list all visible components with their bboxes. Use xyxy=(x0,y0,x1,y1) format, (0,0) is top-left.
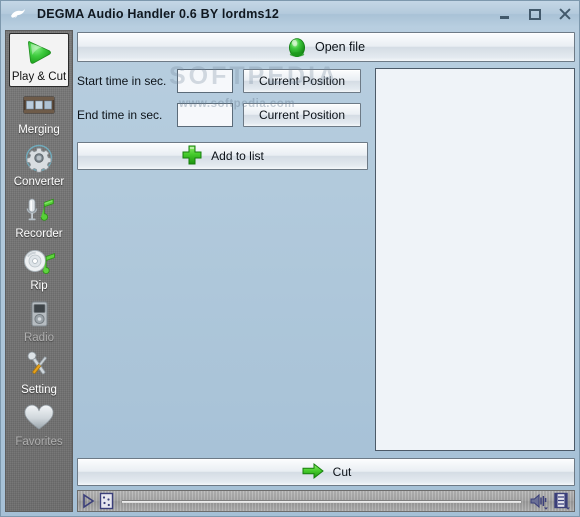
sidebar-item-label: Setting xyxy=(21,384,57,396)
sidebar-item-setting[interactable]: Setting xyxy=(8,347,70,399)
gear-icon xyxy=(19,141,59,175)
title-bar: DEGMA Audio Handler 0.6 BY lordms12 xyxy=(1,1,579,27)
start-time-label: Start time in sec. xyxy=(77,74,167,88)
file-list-box[interactable] xyxy=(375,68,575,451)
sidebar-item-label: Rip xyxy=(30,280,48,292)
equalizer-icon[interactable] xyxy=(99,492,114,510)
sidebar-item-label: Recorder xyxy=(15,228,63,240)
cd-note-icon xyxy=(19,245,59,279)
start-time-row: Start time in sec. Current Position xyxy=(77,68,368,94)
end-time-row: End time in sec. Current Position xyxy=(77,102,368,128)
sidebar-item-merging[interactable]: Merging xyxy=(8,87,70,139)
start-time-input[interactable] xyxy=(177,69,233,93)
heart-icon xyxy=(19,401,59,435)
window-body: Play & Cut Merging Converter Recorder Ri… xyxy=(1,27,579,516)
filmstrip-icon xyxy=(19,89,59,123)
end-time-label: End time in sec. xyxy=(77,108,163,122)
green-plus-icon xyxy=(181,144,203,169)
radio-device-icon xyxy=(19,297,59,331)
form-column: Start time in sec. Current Position End … xyxy=(77,64,368,451)
application-window: DEGMA Audio Handler 0.6 BY lordms12 Play… xyxy=(0,0,580,517)
sidebar-item-radio[interactable]: Radio xyxy=(8,295,70,347)
content-zone: Start time in sec. Current Position End … xyxy=(77,64,575,451)
green-arrow-right-icon xyxy=(301,462,325,483)
dove-icon xyxy=(7,3,29,25)
cut-label: Cut xyxy=(332,465,352,479)
sidebar-item-rip[interactable]: Rip xyxy=(8,243,70,295)
end-time-input[interactable] xyxy=(177,103,233,127)
sidebar: Play & Cut Merging Converter Recorder Ri… xyxy=(5,30,73,512)
sidebar-item-converter[interactable]: Converter xyxy=(8,139,70,191)
current-position-start-label: Current Position xyxy=(258,74,346,88)
sidebar-item-label: Favorites xyxy=(15,436,63,448)
play-triangle-icon xyxy=(19,36,59,70)
minimize-icon[interactable] xyxy=(497,6,513,22)
play-icon[interactable] xyxy=(81,493,95,509)
window-controls xyxy=(497,1,573,27)
sidebar-item-label: Radio xyxy=(23,332,55,344)
close-icon[interactable] xyxy=(557,6,573,22)
open-file-button[interactable]: Open file xyxy=(77,32,575,62)
cut-button[interactable]: Cut xyxy=(77,458,575,486)
sidebar-item-label: Merging xyxy=(18,124,60,136)
volume-icon[interactable] xyxy=(529,492,549,510)
window-title: DEGMA Audio Handler 0.6 BY lordms12 xyxy=(37,7,280,21)
seek-slider[interactable] xyxy=(122,499,521,503)
current-position-end-label: Current Position xyxy=(258,108,346,122)
sidebar-item-label: Converter xyxy=(13,176,65,188)
add-to-list-button[interactable]: Add to list xyxy=(77,142,368,170)
player-control-bar xyxy=(77,490,575,512)
sidebar-item-favorites[interactable]: Favorites xyxy=(8,399,70,451)
sidebar-item-label: Play & Cut xyxy=(11,71,67,83)
film-playlist-icon[interactable] xyxy=(553,492,571,510)
current-position-start-button[interactable]: Current Position xyxy=(243,69,361,93)
sidebar-item-recorder[interactable]: Recorder xyxy=(8,191,70,243)
tools-icon xyxy=(19,349,59,383)
add-to-list-label: Add to list xyxy=(211,149,264,163)
maximize-icon[interactable] xyxy=(527,6,543,22)
sidebar-item-play-cut[interactable]: Play & Cut xyxy=(9,33,69,87)
open-file-label: Open file xyxy=(314,40,366,54)
current-position-end-button[interactable]: Current Position xyxy=(243,103,361,127)
green-egg-icon xyxy=(287,34,307,61)
microphone-note-icon xyxy=(19,193,59,227)
main-panel: Open file Start time in sec. Current Pos… xyxy=(77,30,575,512)
